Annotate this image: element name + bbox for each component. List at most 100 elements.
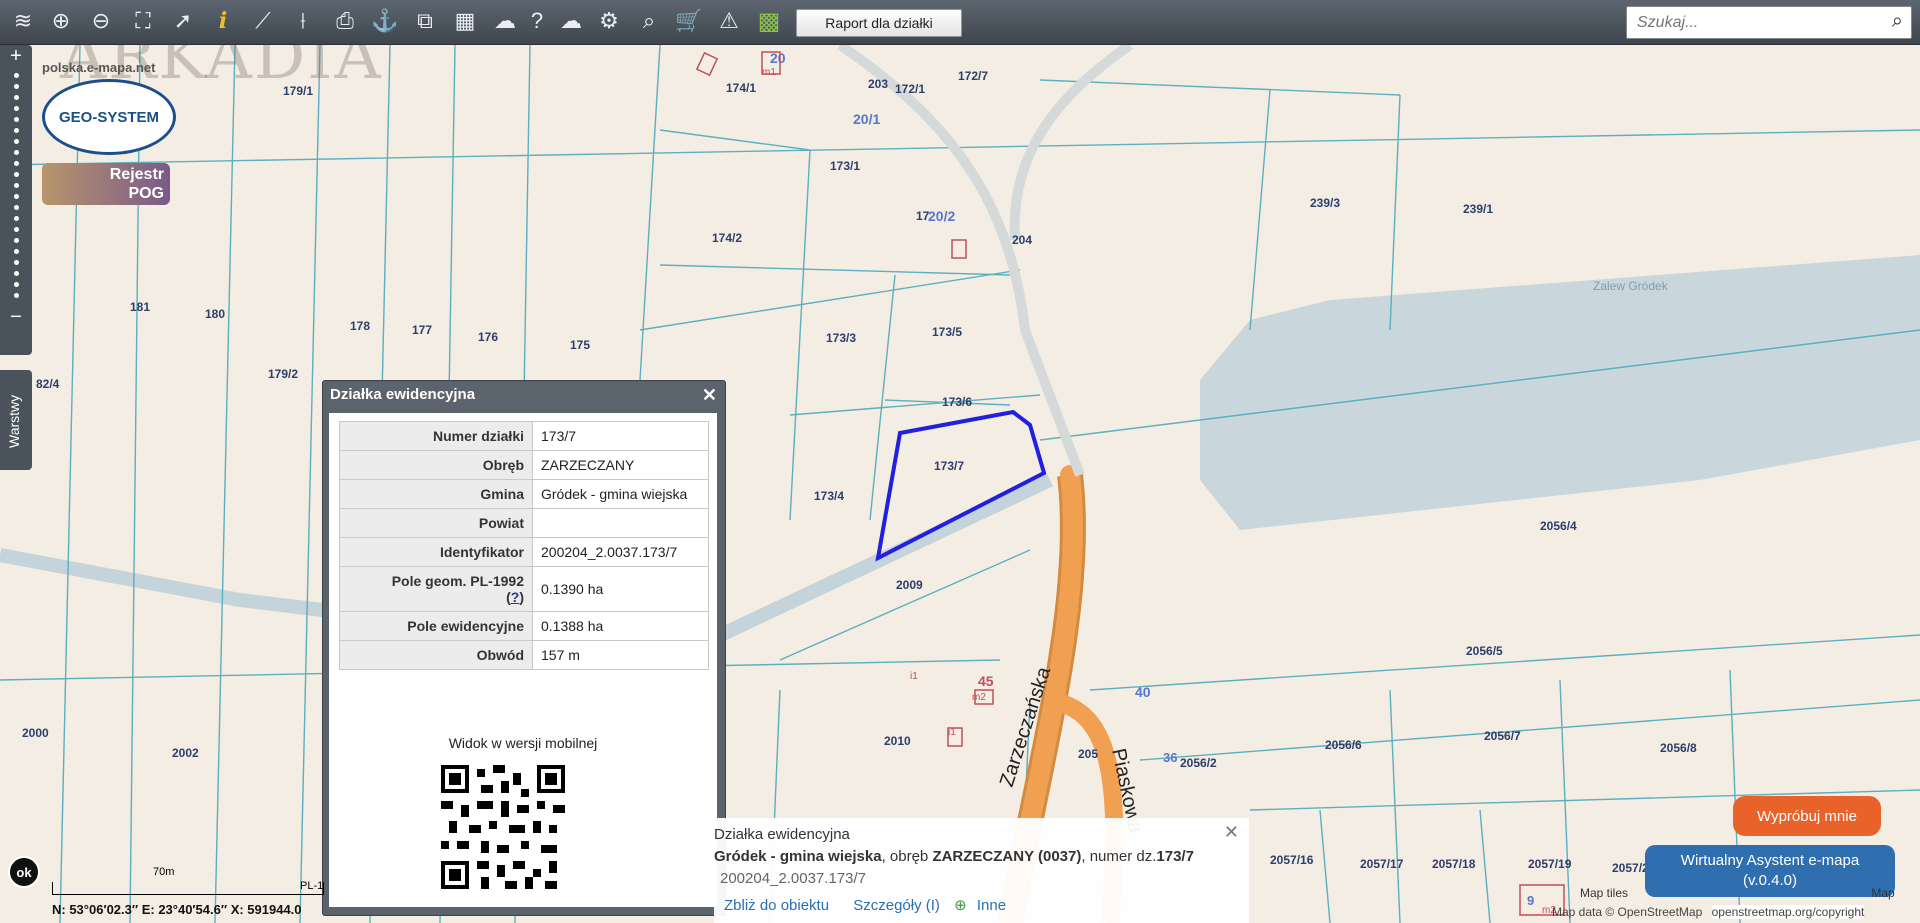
attr-value: 173/7 (532, 421, 709, 451)
try-me-button[interactable]: Wypróbuj mnie (1733, 796, 1881, 836)
attr-key: Powiat (339, 508, 533, 538)
locate-icon[interactable]: ⌕ (634, 6, 664, 36)
zoom-level-dot[interactable] (13, 260, 19, 265)
zoom-to-object-link[interactable]: Zbliż do obiektu (724, 897, 829, 914)
assistant-label: Wirtualny Asystent e-mapa (1680, 852, 1860, 869)
zoom-level-dot[interactable] (13, 161, 19, 166)
zoom-level-dot[interactable] (13, 238, 19, 243)
map-label: 205 (1078, 747, 1098, 761)
attr-value: Gródek - gmina wiejska (532, 479, 709, 509)
numer-prefix: , numer dz. (1081, 848, 1157, 865)
zoom-rail: + − (0, 45, 32, 355)
zoom-level-dot[interactable] (13, 194, 19, 199)
crs-label: PL-1 (300, 880, 324, 892)
map-label: 173/5 (932, 325, 962, 339)
zoom-level-dot[interactable] (13, 282, 19, 287)
table-row: Pole ewidencyjne 0.1388 ha (339, 611, 709, 641)
table-row: Gmina Gródek - gmina wiejska (339, 479, 709, 509)
scale-label: 70m (153, 866, 175, 878)
zoom-in-icon[interactable]: ⊕ (46, 6, 76, 36)
map-label: 9 (1527, 893, 1534, 908)
zoom-level-dot[interactable] (13, 183, 19, 188)
attribution-data: Map data © OpenStreetMap openstreetmap.o… (1552, 905, 1865, 919)
zoom-level-dot[interactable] (13, 106, 19, 111)
color-grid-icon[interactable]: ▩ (754, 6, 784, 36)
zoom-out-button[interactable]: − (0, 306, 32, 328)
map-label: 2056/5 (1466, 644, 1503, 658)
add-icon[interactable]: ⊕ (954, 897, 967, 914)
print-icon[interactable]: ⎙ (330, 6, 360, 36)
coords: N: 53°06′02.3″ E: 23°40′54.6″ X: 591944.… (52, 902, 302, 917)
panel-description: Gródek - gmina wiejska, obręb ZARZECZANY… (714, 848, 1194, 865)
zoom-in-button[interactable]: + (0, 45, 32, 67)
select-icon[interactable]: ➚ (168, 6, 198, 36)
attr-value (532, 508, 709, 538)
geo-system-logo[interactable]: GEO-SYSTEM (42, 79, 176, 155)
attr-value: 0.1390 ha (532, 566, 709, 612)
map-label: Zalew Gródek (1593, 279, 1669, 293)
zoom-level-dot[interactable] (13, 293, 19, 298)
cart-icon[interactable]: 🛒 (674, 6, 704, 36)
table-row: Obwód 157 m (339, 640, 709, 670)
gmina-value: Gródek - gmina wiejska (714, 848, 882, 865)
attr-key: Identyfikator (339, 537, 533, 567)
map-label: m1 (762, 67, 776, 78)
attr-value: 157 m (532, 640, 709, 670)
search-input[interactable] (1627, 7, 1869, 38)
zoom-extent-icon[interactable]: ⛶ (128, 6, 158, 36)
map-label: 239/3 (1310, 196, 1340, 210)
map-label: 2057/16 (1270, 853, 1314, 867)
cloud-icon[interactable]: ☁ (556, 6, 586, 36)
zoom-level-dot[interactable] (13, 139, 19, 144)
map-label: 2057/19 (1528, 857, 1572, 871)
zoom-level-dot[interactable] (13, 128, 19, 133)
close-icon[interactable]: ✕ (1224, 822, 1239, 843)
raport-button[interactable]: Raport dla działki (796, 9, 962, 37)
zoom-level-dot[interactable] (13, 172, 19, 177)
map-label: m2 (972, 692, 986, 703)
zoom-level-dot[interactable] (13, 205, 19, 210)
other-link[interactable]: Inne (977, 897, 1006, 914)
map-label: 172/1 (895, 82, 925, 96)
mobile-view-label: Widok w wersji mobilnej (448, 735, 598, 751)
zoom-level-dot[interactable] (13, 150, 19, 155)
info-icon[interactable]: i (208, 6, 238, 36)
help-link[interactable]: ? (511, 589, 520, 605)
attr-key: Numer działki (339, 421, 533, 451)
measure-length-icon[interactable]: ⟋ (248, 6, 278, 36)
attr-key: Pole geom. PL-1992 (391, 573, 524, 589)
attr-value: ZARZECZANY (532, 450, 709, 480)
zoom-level-dot[interactable] (13, 249, 19, 254)
mark-icon[interactable]: ⚓ (370, 6, 400, 36)
map-label: 2000 (22, 726, 49, 740)
zoom-level-dot[interactable] (13, 227, 19, 232)
zoom-level-dot[interactable] (13, 73, 19, 78)
map-label: 178 (350, 319, 370, 333)
rejestr-pog-button[interactable]: Rejestr POG (42, 163, 170, 205)
search-icon[interactable]: ⌕ (1892, 10, 1903, 33)
attr-copyright[interactable]: openstreetmap.org/copyright (1711, 905, 1865, 919)
zoom-level-dot[interactable] (13, 84, 19, 89)
attr-data[interactable]: Map data © OpenStreetMap (1552, 905, 1702, 919)
export-icon[interactable]: ⧉ (410, 6, 440, 36)
layout-icon[interactable]: ▦ (450, 6, 480, 36)
layers-panel-toggle[interactable]: Warstwy (0, 370, 32, 470)
zoom-level-dot[interactable] (13, 271, 19, 276)
details-link[interactable]: Szczegóły (I) (853, 897, 940, 914)
map-label: 2056/6 (1325, 738, 1362, 752)
measure-area-icon[interactable]: ⟊ (288, 6, 318, 36)
help-icon[interactable]: ? (522, 6, 552, 36)
zoom-out-icon[interactable]: ⊖ (86, 6, 116, 36)
layers-icon[interactable]: ≋ (8, 6, 38, 36)
map-canvas[interactable]: 179/1 174/1 172/1 172/7 203 20/1 173/1 1… (0, 45, 1920, 923)
warning-icon[interactable]: ⚠ (714, 6, 744, 36)
zoom-level-dot[interactable] (13, 216, 19, 221)
panel-links: Zbliż do obiektu Szczegóły (I) ⊕ Inne (724, 896, 1006, 914)
zoom-level-dot[interactable] (13, 95, 19, 100)
zoom-level-dot[interactable] (13, 117, 19, 122)
ok-button[interactable]: ok (8, 856, 40, 888)
close-icon[interactable]: ✕ (702, 381, 717, 409)
annotation-icon[interactable]: ☁ (490, 6, 520, 36)
settings-icon[interactable]: ⚙ (594, 6, 624, 36)
map-label: 40 (1135, 684, 1151, 700)
